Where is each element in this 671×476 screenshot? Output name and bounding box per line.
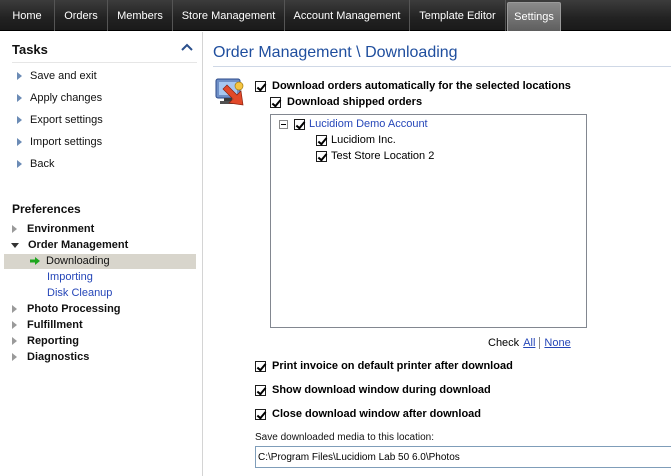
title-divider xyxy=(213,66,671,67)
tree-label: Downloading xyxy=(46,255,110,267)
task-label: Save and exit xyxy=(30,70,97,82)
top-nav-bar: Home Orders Members Store Management Acc… xyxy=(0,0,671,31)
preferences-title: Preferences xyxy=(12,202,81,216)
tree-label: Diagnostics xyxy=(27,351,90,363)
tab-settings[interactable]: Settings xyxy=(507,2,561,31)
checkbox-label: Print invoice on default printer after d… xyxy=(272,360,513,372)
checkbox[interactable] xyxy=(316,134,327,146)
checkbox[interactable] xyxy=(255,408,266,420)
tree-item-disk-cleanup[interactable]: Disk Cleanup xyxy=(47,287,112,299)
expand-icon[interactable] xyxy=(12,305,17,313)
check-label: Check xyxy=(488,337,520,349)
tree-item-environment[interactable]: Environment xyxy=(12,223,94,235)
triangle-right-icon xyxy=(17,116,22,124)
task-label: Export settings xyxy=(30,114,103,126)
tasks-title: Tasks xyxy=(12,42,48,57)
collapse-minus-icon[interactable] xyxy=(279,119,288,129)
collapse-icon[interactable] xyxy=(11,242,19,248)
task-import-settings[interactable]: Import settings xyxy=(17,136,102,148)
node-label: Test Store Location 2 xyxy=(331,150,435,162)
download-shipped-checkbox[interactable]: Download shipped orders xyxy=(270,96,422,108)
expand-icon[interactable] xyxy=(12,337,17,345)
tree-node-root[interactable]: Lucidiom Demo Account xyxy=(279,118,428,130)
close-window-checkbox[interactable]: Close download window after download xyxy=(255,408,481,420)
tree-item-importing[interactable]: Importing xyxy=(47,271,93,283)
triangle-right-icon xyxy=(17,138,22,146)
sidebar: Tasks Save and exit Apply changes Export… xyxy=(0,32,203,476)
task-export-settings[interactable]: Export settings xyxy=(17,114,103,126)
checkbox[interactable] xyxy=(255,384,266,396)
tree-node-child[interactable]: Test Store Location 2 xyxy=(316,150,434,162)
checkbox[interactable] xyxy=(270,96,281,108)
task-back[interactable]: Back xyxy=(17,158,54,170)
save-location-label: Save downloaded media to this location: xyxy=(255,432,435,443)
tab-account-management[interactable]: Account Management xyxy=(285,0,410,31)
tree-label: Disk Cleanup xyxy=(47,287,113,299)
tree-item-fulfillment[interactable]: Fulfillment xyxy=(12,319,83,331)
download-auto-checkbox[interactable]: Download orders automatically for the se… xyxy=(255,80,571,92)
tree-item-reporting[interactable]: Reporting xyxy=(12,335,79,347)
separator xyxy=(539,337,541,349)
expand-icon[interactable] xyxy=(12,225,17,233)
checkbox-label: Download orders automatically for the se… xyxy=(272,80,571,92)
tree-node-child[interactable]: Lucidiom Inc. xyxy=(316,134,396,146)
tree-item-order-management[interactable]: Order Management xyxy=(11,239,128,251)
collapse-up-icon[interactable] xyxy=(181,42,193,52)
check-none-link[interactable]: None xyxy=(544,337,570,349)
task-label: Import settings xyxy=(30,136,103,148)
triangle-right-icon xyxy=(17,72,22,80)
task-label: Apply changes xyxy=(30,92,103,104)
triangle-right-icon xyxy=(17,160,22,168)
tree-label: Photo Processing xyxy=(27,303,121,315)
print-invoice-checkbox[interactable]: Print invoice on default printer after d… xyxy=(255,360,513,372)
tree-label: Importing xyxy=(47,271,93,283)
checkbox[interactable] xyxy=(316,150,327,162)
tree-item-downloading[interactable]: Downloading xyxy=(30,255,110,267)
triangle-right-icon xyxy=(17,94,22,102)
tree-label: Reporting xyxy=(27,335,79,347)
expand-icon[interactable] xyxy=(12,353,17,361)
checkbox-label: Close download window after download xyxy=(272,408,481,420)
checkbox[interactable] xyxy=(255,360,266,372)
tree-item-photo-processing[interactable]: Photo Processing xyxy=(12,303,121,315)
tree-label: Order Management xyxy=(28,239,129,251)
locations-tree[interactable]: Lucidiom Demo Account Lucidiom Inc. Test… xyxy=(270,114,587,328)
tab-members[interactable]: Members xyxy=(108,0,173,31)
check-all-link[interactable]: All xyxy=(523,337,535,349)
page-title: Order Management \ Downloading xyxy=(213,44,458,61)
save-location-input[interactable] xyxy=(255,446,671,468)
download-monitor-icon xyxy=(215,78,244,106)
tab-home[interactable]: Home xyxy=(0,0,55,31)
tree-label: Environment xyxy=(27,223,95,235)
tab-store-management[interactable]: Store Management xyxy=(173,0,285,31)
node-label: Lucidiom Demo Account xyxy=(309,118,428,130)
checkbox[interactable] xyxy=(294,118,305,130)
divider xyxy=(12,62,197,63)
check-all-none: Check All None xyxy=(488,337,571,349)
task-label: Back xyxy=(30,158,55,170)
checkbox[interactable] xyxy=(255,80,266,92)
tree-label: Fulfillment xyxy=(27,319,83,331)
arrow-right-icon xyxy=(30,257,40,265)
checkbox-label: Show download window during download xyxy=(272,384,491,396)
task-save-and-exit[interactable]: Save and exit xyxy=(17,70,97,82)
show-window-checkbox[interactable]: Show download window during download xyxy=(255,384,491,396)
node-label: Lucidiom Inc. xyxy=(331,134,396,146)
expand-icon[interactable] xyxy=(12,321,17,329)
tab-orders[interactable]: Orders xyxy=(55,0,108,31)
tab-template-editor[interactable]: Template Editor xyxy=(410,0,506,31)
tree-item-diagnostics[interactable]: Diagnostics xyxy=(12,351,89,363)
task-apply-changes[interactable]: Apply changes xyxy=(17,92,102,104)
checkbox-label: Download shipped orders xyxy=(287,96,423,108)
